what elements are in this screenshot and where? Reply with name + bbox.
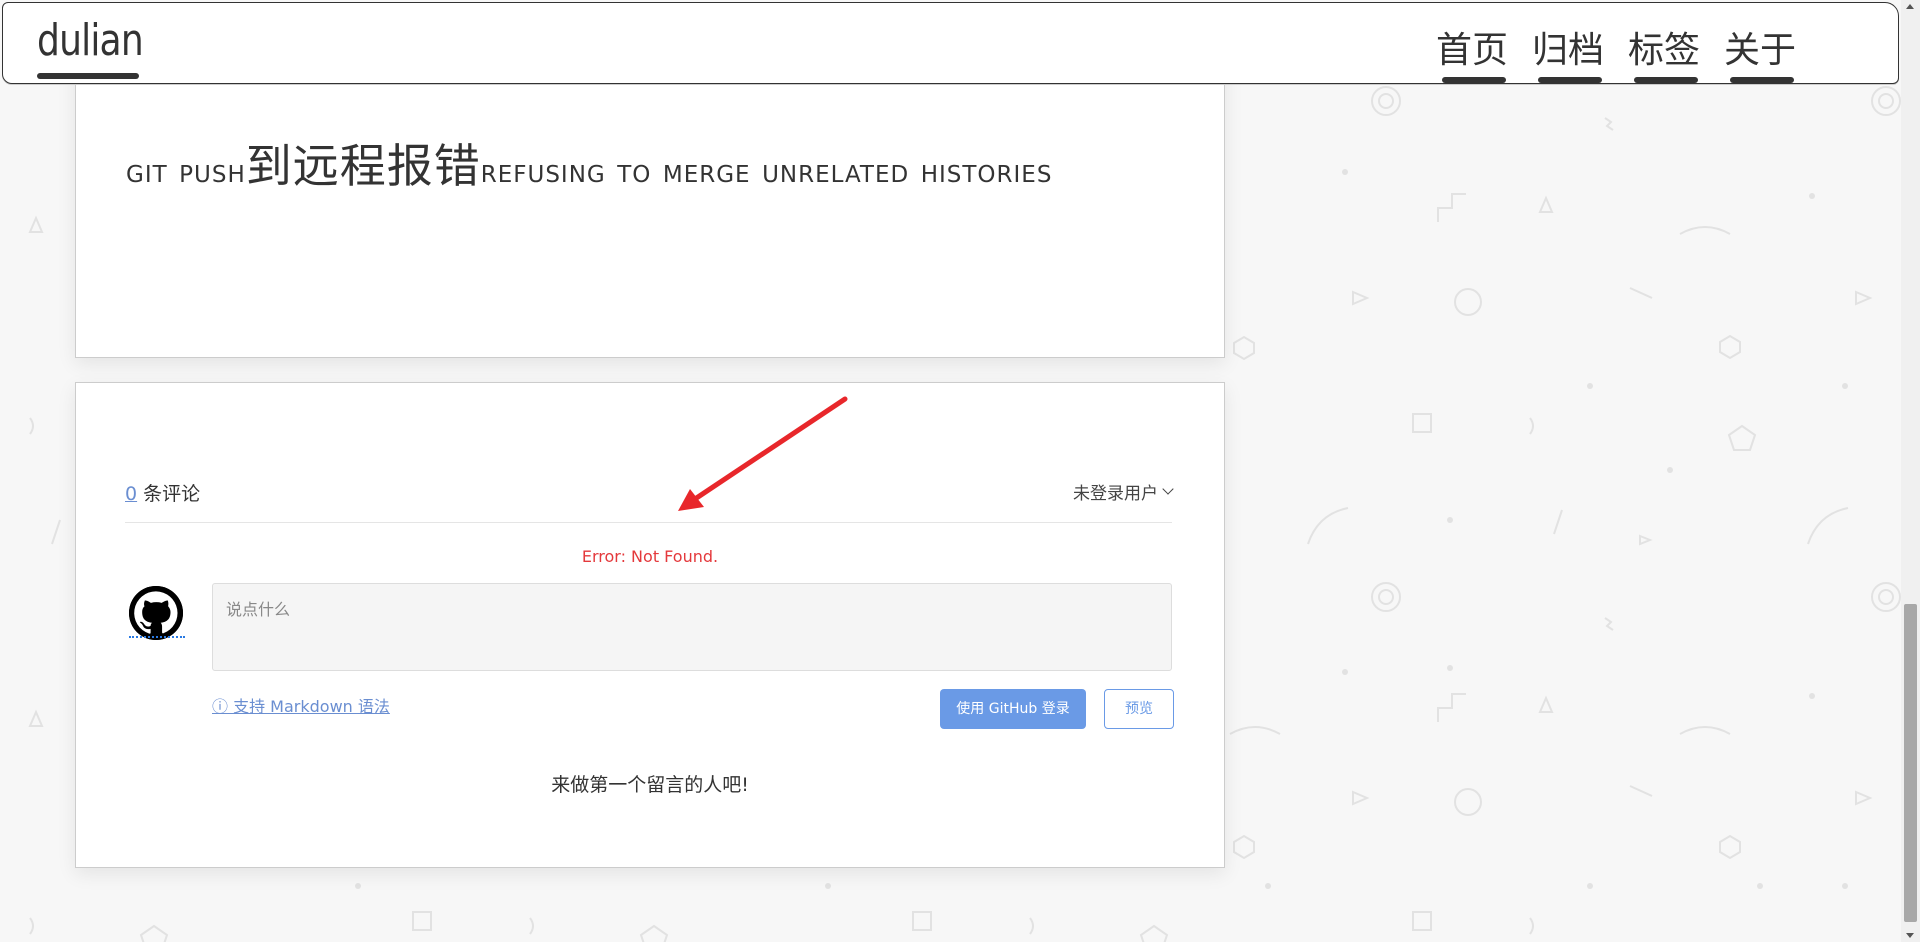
markdown-help-link[interactable]: ⓘ 支持 Markdown 语法 [212, 693, 390, 717]
github-login-button[interactable]: 使用 GitHub 登录 [940, 689, 1086, 729]
post-title-part-1: git push [126, 151, 246, 190]
comments-header: 0 条评论 未登录用户 [125, 479, 1174, 523]
scroll-up-arrow-icon[interactable] [1906, 4, 1914, 9]
comment-count-number[interactable]: 0 [125, 483, 137, 505]
page-scrollbar[interactable] [1901, 0, 1920, 942]
comment-input[interactable]: 说点什么 [212, 583, 1172, 671]
logo-underline [37, 73, 139, 79]
empty-comments-text: 来做第一个留言的人吧! [551, 774, 749, 796]
comment-count-label: 条评论 [137, 483, 201, 505]
preview-button[interactable]: 预览 [1104, 689, 1174, 729]
comments-card: 0 条评论 未登录用户 Error: Not Found. 说点什么 ⓘ 支持 … [75, 382, 1225, 868]
user-menu-label: 未登录用户 [1073, 484, 1158, 504]
chevron-down-icon [1162, 483, 1174, 495]
error-message: Error: Not Found. [581, 547, 719, 566]
post-card: git push到远程报错refusing to merge unrelated… [75, 60, 1225, 358]
red-arrow-annotation [678, 396, 848, 511]
site-header: dulian 首页 归档 标签 关于 [2, 2, 1899, 84]
comment-count: 0 条评论 [125, 479, 200, 506]
site-logo[interactable]: dulian [37, 15, 144, 66]
nav-home[interactable]: 首页 [1436, 21, 1508, 83]
github-avatar-icon [129, 586, 183, 640]
scrollbar-thumb[interactable] [1904, 604, 1917, 922]
scroll-down-arrow-icon[interactable] [1906, 933, 1914, 938]
post-title[interactable]: git push到远程报错refusing to merge unrelated… [126, 137, 1066, 200]
main-nav: 首页 归档 标签 关于 [1436, 21, 1796, 83]
nav-tags[interactable]: 标签 [1628, 21, 1700, 83]
nav-archive[interactable]: 归档 [1532, 21, 1604, 83]
post-title-part-2: 到远程报错 [245, 139, 481, 193]
nav-about[interactable]: 关于 [1724, 21, 1796, 83]
user-menu[interactable]: 未登录用户 [1073, 479, 1174, 504]
post-title-part-3: refusing to merge unrelated histories [480, 151, 1053, 190]
avatar-underline [129, 633, 185, 638]
